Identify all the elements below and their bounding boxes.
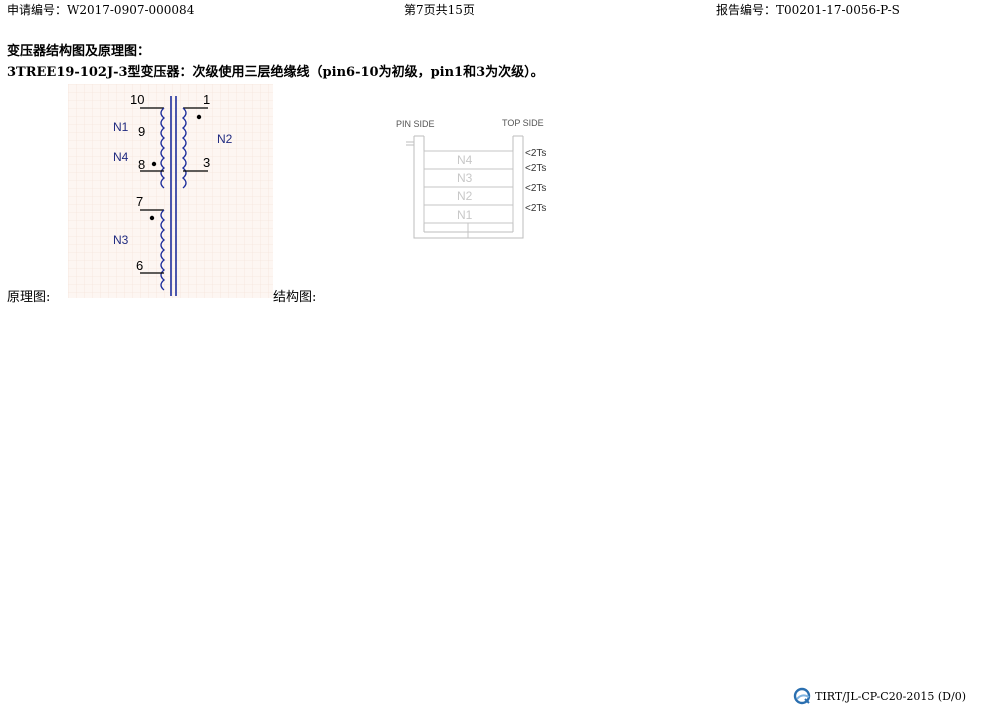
layer-n2-label: N2: [457, 189, 473, 203]
application-number: 申请编号：W2017-0907-000084: [7, 3, 195, 17]
schematic-diagram: 10 9 8 1 3 7 6 N1 N4 N2 N3: [68, 84, 273, 298]
winding-n4-label: N4: [113, 150, 129, 164]
turns-label-1: <2Ts: [525, 148, 546, 159]
schematic-caption: 原理图:: [7, 290, 51, 305]
layer-n4-label: N4: [457, 153, 473, 167]
pin-9-label: 9: [138, 124, 145, 139]
pin-side-label: PIN SIDE: [396, 119, 435, 129]
transformer-description: 3TREE19-102J-3型变压器：次级使用三层绝缘线（pin6-10为初级，…: [7, 65, 544, 80]
winding-n2-label: N2: [217, 132, 233, 146]
pin-10-label: 10: [130, 92, 144, 107]
pin-6-label: 6: [136, 258, 143, 273]
winding-n3-label: N3: [113, 233, 129, 247]
report-number: 报告编号：T00201-17-0056-P-S: [716, 3, 900, 17]
top-side-label: TOP SIDE: [502, 118, 544, 128]
turns-label-3: <2Ts: [525, 183, 546, 194]
pin-3-label: 3: [203, 155, 210, 170]
footer: TIRT/JL-CP-C20-2015 (D/0): [793, 687, 966, 705]
structure-diagram: PIN SIDE TOP SIDE N4 N3 N2 N1 <2Ts <2Ts …: [396, 118, 546, 239]
quality-logo-icon: [793, 687, 811, 705]
polarity-dot-pin7: [149, 215, 155, 221]
structure-caption: 结构图:: [273, 290, 317, 305]
pin-1-label: 1: [203, 92, 210, 107]
winding-n1-label: N1: [113, 120, 129, 134]
pin-8-label: 8: [138, 157, 145, 172]
form-code: TIRT/JL-CP-C20-2015 (D/0): [815, 689, 966, 703]
pin-7-label: 7: [136, 194, 143, 209]
section-heading: 变压器结构图及原理图：: [7, 44, 151, 59]
turns-label-2: <2Ts: [525, 163, 546, 174]
layer-n3-label: N3: [457, 171, 473, 185]
page-number: 第7页共15页: [404, 3, 475, 17]
layer-n1-label: N1: [457, 208, 473, 222]
polarity-dot-pin8: [151, 161, 157, 167]
turns-label-4: <2Ts: [525, 203, 546, 214]
polarity-dot-pin1: [196, 114, 202, 120]
